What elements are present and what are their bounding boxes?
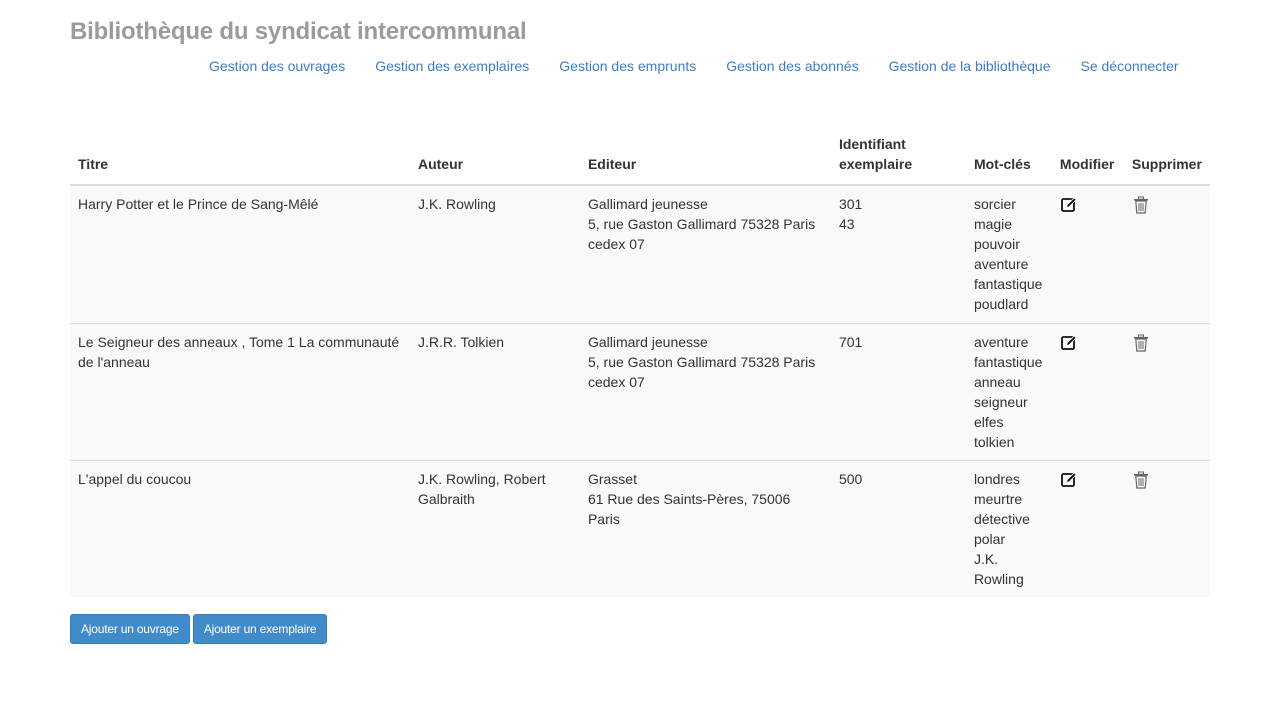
cell-auteur: J.K. Rowling, Robert Galbraith [409,460,580,597]
nav-gestion-emprunts[interactable]: Gestion des emprunts [544,57,711,75]
table-body: Harry Potter et le Prince de Sang-Mêlé J.… [70,184,1210,597]
editeur-adresse: 5, rue Gaston Gallimard 75328 Paris cede… [587,354,816,390]
mot-cle: meurtre [973,491,1023,507]
cell-titre: Harry Potter et le Prince de Sang-Mêlé [70,184,410,324]
mot-cle: elfes [973,414,1004,430]
identifiant-exemplaire: 43 [838,216,855,232]
header-identifiant-line1: Identifiant [838,136,906,152]
header-editeur: Editeur [579,128,831,186]
site-title: Bibliothèque du syndicat intercommunal [70,18,527,45]
mot-cle: seigneur [973,394,1028,410]
nav-logout[interactable]: Se déconnecter [1065,57,1193,75]
cell-titre: L'appel du coucou [70,460,410,597]
identifiant-exemplaire: 500 [838,471,863,487]
cell-modifier [1051,323,1124,461]
cell-supprimer [1123,184,1210,324]
cell-supprimer [1123,323,1210,461]
table-row: L'appel du coucou J.K. Rowling, Robert Ga… [70,460,1210,597]
mot-cle: J.K. Rowling [973,551,1024,587]
action-buttons: Ajouter un ouvrage Ajouter un exemplaire [70,614,328,644]
cell-editeur: Grasset 61 Rue des Saints-Pères, 75006 Pa… [579,460,831,597]
cell-auteur: J.K. Rowling [409,184,580,324]
editeur-nom: Gallimard jeunesse [587,334,708,350]
trash-icon[interactable] [1132,196,1150,214]
mot-cle: fantastique [973,276,1043,292]
identifiant-exemplaire: 301 [838,196,863,212]
mot-cle: polar [973,531,1006,547]
cell-editeur: Gallimard jeunesse 5, rue Gaston Gallimar… [579,323,831,461]
header-auteur: Auteur [409,128,580,186]
mot-cle: anneau [973,374,1021,390]
mot-cle: tolkien [973,434,1015,450]
editeur-adresse: 61 Rue des Saints-Pères, 75006 Paris [587,491,791,527]
table-row: Harry Potter et le Prince de Sang-Mêlé J.… [70,184,1210,324]
cell-supprimer [1123,460,1210,597]
table-header-row: Titre Auteur Editeur Identifiant exempla… [70,128,1210,186]
trash-icon[interactable] [1132,471,1150,489]
cell-modifier [1051,460,1124,597]
editeur-nom: Grasset [587,471,637,487]
cell-editeur: Gallimard jeunesse 5, rue Gaston Gallimar… [579,184,831,324]
cell-mots-cles: sorcier magie pouvoir aventure fantastique po… [965,184,1052,324]
header-modifier: Modifier [1051,128,1124,186]
main-nav: Gestion des ouvrages Gestion des exempla… [194,57,1194,75]
nav-gestion-abonnes[interactable]: Gestion des abonnés [711,57,873,75]
cell-identifiant: 701 [830,323,966,461]
header-identifiant-line2: exemplaire [838,156,913,172]
editeur-adresse: 5, rue Gaston Gallimard 75328 Paris cede… [587,216,816,252]
cell-identifiant: 301 43 [830,184,966,324]
mot-cle: magie [973,216,1013,232]
cell-mots-cles: londres meurtre détective polar J.K. Rowling [965,460,1052,597]
nav-gestion-bibliotheque[interactable]: Gestion de la bibliothèque [874,57,1066,75]
cell-mots-cles: aventure fantastique anneau seigneur elfes to… [965,323,1052,461]
mot-cle: aventure [973,256,1029,272]
mot-cle: détective [973,511,1030,527]
nav-gestion-exemplaires[interactable]: Gestion des exemplaires [360,57,544,75]
cell-titre: Le Seigneur des anneaux , Tome 1 La comm… [70,323,410,461]
cell-auteur: J.R.R. Tolkien [409,323,580,461]
mot-cle: londres [973,471,1020,487]
add-ouvrage-button[interactable]: Ajouter un ouvrage [70,614,190,644]
mot-cle: pouvoir [973,236,1020,252]
edit-icon[interactable] [1060,471,1078,489]
header-titre: Titre [70,128,410,186]
header-supprimer: Supprimer [1123,128,1210,186]
editeur-nom: Gallimard jeunesse [587,196,708,212]
mot-cle: poudlard [973,296,1029,312]
edit-icon[interactable] [1060,334,1078,352]
cell-identifiant: 500 [830,460,966,597]
mot-cle: fantastique [973,354,1043,370]
mot-cle: aventure [973,334,1029,350]
trash-icon[interactable] [1132,334,1150,352]
add-exemplaire-button[interactable]: Ajouter un exemplaire [192,614,328,644]
identifiant-exemplaire: 701 [838,334,863,350]
cell-modifier [1051,184,1124,324]
mot-cle: sorcier [973,196,1016,212]
nav-gestion-ouvrages[interactable]: Gestion des ouvrages [194,57,360,75]
header-mots-cles: Mot-clés [965,128,1052,186]
edit-icon[interactable] [1060,196,1078,214]
ouvrages-table: Titre Auteur Editeur Identifiant exempla… [70,128,1210,597]
table-row: Le Seigneur des anneaux , Tome 1 La comm… [70,323,1210,461]
header-identifiant: Identifiant exemplaire [830,128,966,186]
